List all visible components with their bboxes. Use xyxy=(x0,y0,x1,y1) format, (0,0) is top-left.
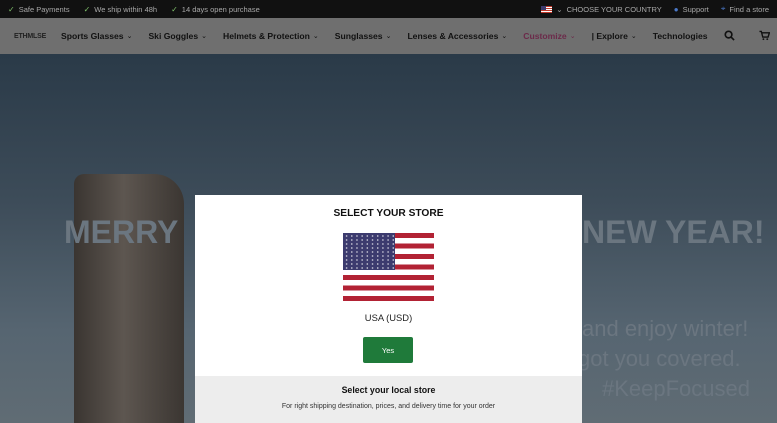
chevron-down-icon: ⌄ xyxy=(630,33,637,40)
location-pin-icon: ⌖ xyxy=(720,4,726,13)
chevron-down-icon: ⌄ xyxy=(569,33,576,40)
shipping-info: ✓ We ship within 48h xyxy=(83,4,158,14)
store-select-modal: SELECT YOUR STORE USA (USD) Yes Select y… xyxy=(195,195,582,423)
hero-headline-left: MERRY xyxy=(64,214,179,250)
flag-canton xyxy=(343,233,395,270)
check-icon: ✓ xyxy=(171,4,178,14)
nav-item-technologies[interactable]: Technologies xyxy=(653,31,708,41)
hero-hashtag: #KeepFocused xyxy=(602,376,750,401)
safe-payments: ✓ Safe Payments xyxy=(8,4,70,14)
support-link[interactable]: ● Support xyxy=(674,5,709,14)
store-currency-label: USA (USD) xyxy=(364,312,413,323)
chevron-down-icon: ⌄ xyxy=(201,33,207,40)
support-icon: ● xyxy=(673,4,679,14)
top-utility-bar: ✓ Safe Payments ✓ We ship within 48h ✓ 14 d… xyxy=(0,0,777,18)
nav-item-sports-glasses[interactable]: Sports Glasses ⌄ xyxy=(61,31,132,41)
us-flag-icon xyxy=(541,5,553,13)
search-icon[interactable] xyxy=(724,29,735,43)
chevron-down-icon: ⌄ xyxy=(556,4,563,14)
nav-menu: Sports Glasses ⌄ Ski Goggles ⌄ Helmets & P… xyxy=(61,31,724,41)
hero-headline-right: NEW YEAR! xyxy=(582,214,765,250)
nav-item-ski-goggles[interactable]: Ski Goggles ⌄ xyxy=(148,31,207,41)
chevron-down-icon: ⌄ xyxy=(126,33,133,40)
cart-icon[interactable] xyxy=(759,30,770,43)
nav-item-customize[interactable]: Customize ⌄ xyxy=(523,31,575,41)
chevron-down-icon: ⌄ xyxy=(312,33,319,40)
nav-item-explore[interactable]: | Explore ⌄ xyxy=(592,31,637,41)
country-selector[interactable]: ⌄ CHOOSE YOUR COUNTRY xyxy=(541,4,662,14)
chevron-down-icon: ⌄ xyxy=(385,33,392,40)
nav-item-helmets[interactable]: Helmets & Protection ⌄ xyxy=(223,31,319,41)
check-icon: ✓ xyxy=(8,4,15,14)
find-store-link[interactable]: ⌖ Find a store xyxy=(721,4,769,14)
local-store-section: Select your local store For right shippi… xyxy=(195,376,582,423)
hero-image-post xyxy=(74,174,184,423)
main-nav: ETHMLSE Sports Glasses ⌄ Ski Goggles ⌄ Hel… xyxy=(0,18,777,54)
check-icon: ✓ xyxy=(83,4,91,14)
yes-button[interactable]: Yes xyxy=(363,337,413,363)
nav-item-lenses[interactable]: Lenses & Accessories ⌄ xyxy=(407,31,507,41)
brand-logo[interactable]: ETHMLSE xyxy=(14,33,46,40)
local-store-description: For right shipping destination, prices, … xyxy=(281,403,496,410)
nav-item-sunglasses[interactable]: Sunglasses ⌄ xyxy=(335,31,392,41)
hero-tagline-2: got you covered. xyxy=(578,346,741,371)
hero-tagline-1: and enjoy winter! xyxy=(582,316,749,341)
chevron-down-icon: ⌄ xyxy=(501,33,508,40)
modal-title: SELECT YOUR STORE xyxy=(333,208,444,219)
us-flag-icon xyxy=(343,233,434,301)
local-store-title: Select your local store xyxy=(341,385,436,395)
open-purchase-info: ✓ 14 days open purchase xyxy=(171,4,260,14)
